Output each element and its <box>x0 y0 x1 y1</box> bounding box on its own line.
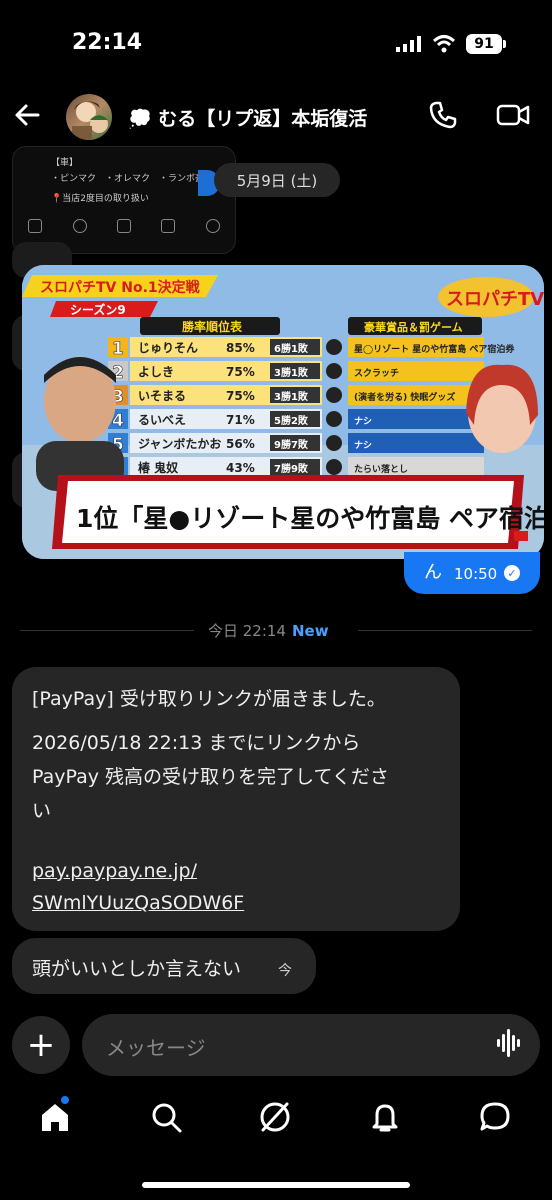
prize-text: ナシ <box>354 416 372 427</box>
explore-icon[interactable] <box>258 1100 292 1134</box>
prize-text: たらい落とし <box>354 463 408 475</box>
wifi-icon <box>432 35 456 53</box>
outgoing-message-text: ん <box>424 562 442 583</box>
player-name: いそまる <box>138 389 186 403</box>
logo-text: スロパチTV <box>446 289 544 310</box>
shared-post-line: 【車】 <box>51 158 79 168</box>
prize-text: スクラッチ <box>354 368 399 379</box>
shared-image[interactable]: スロパチTV No.1決定戦 シーズン9 スロパチTV 勝率順位表 豪華賞品＆罰… <box>22 265 544 559</box>
win-loss-record: 7勝9敗 <box>274 462 309 475</box>
video-call-icon[interactable] <box>496 100 530 130</box>
win-rate: 75% <box>226 365 255 379</box>
season-label: シーズン9 <box>70 302 126 317</box>
arrow-marker <box>326 387 342 403</box>
banner-text: 1位「星●リゾート星のや竹富島 ペア宿泊券」 <box>76 504 544 533</box>
avatar-illustration <box>72 101 108 140</box>
notification-dot <box>61 1096 69 1104</box>
win-rate: 56% <box>226 437 255 451</box>
message-text: PayPay 残高の受け取りを完了してくださ <box>32 766 389 788</box>
win-rate: 71% <box>226 413 255 427</box>
back-arrow-icon[interactable] <box>12 100 42 130</box>
paypay-link[interactable]: pay.paypay.ne.jp/ <box>32 860 197 882</box>
shared-post-card[interactable]: 【車】 ・ピンマク ・オレマク ・ランボ豪華限定 📍当店2度目の取り扱い <box>12 146 236 254</box>
shared-post-line: 📍当店2度目の取り扱い <box>51 194 149 204</box>
arrow-marker <box>326 435 342 451</box>
message-text: 頭がいいとしか言えない <box>32 958 242 980</box>
prize-text: ナシ <box>354 440 372 451</box>
win-loss-record: 6勝1敗 <box>274 342 309 355</box>
chat-title[interactable]: 💭 むる【リプ返】本垢復活 <box>128 104 367 131</box>
table-header-left: 勝率順位表 <box>182 319 243 334</box>
battery-indicator: 91 <box>466 34 502 54</box>
message-timestamp: 10:50 <box>454 565 498 583</box>
win-loss-record: 9勝7敗 <box>274 438 309 451</box>
arrow-marker <box>326 363 342 379</box>
cellular-signal-icon <box>396 36 421 52</box>
home-icon <box>28 219 43 233</box>
divider-line <box>20 630 194 631</box>
chat-icon <box>205 219 220 233</box>
home-icon[interactable] <box>38 1100 72 1134</box>
player-name: よしき <box>138 365 174 379</box>
add-icon <box>116 219 131 233</box>
date-separator: 5月9日 (土) <box>214 163 340 197</box>
phone-call-icon[interactable] <box>428 100 458 130</box>
voice-message-icon[interactable] <box>496 1028 522 1058</box>
win-loss-record: 5勝2敗 <box>274 414 309 427</box>
battery-tip <box>503 40 506 48</box>
message-text: [PayPay] 受け取りリンクが届きました。 <box>32 688 386 710</box>
status-time: 22:14 <box>72 30 143 55</box>
message-placeholder: メッセージ <box>106 1036 206 1060</box>
player-name: 椿 鬼奴 <box>138 460 178 475</box>
show-title: スロパチTV No.1決定戦 <box>40 279 201 296</box>
rank-number: 1 <box>112 339 124 359</box>
messages-icon[interactable] <box>478 1100 512 1134</box>
arrow-marker <box>326 411 342 427</box>
today-time: 今日 22:14 <box>208 622 286 640</box>
reaction-emoji[interactable]: 今 <box>278 960 292 980</box>
table-header-right: 豪華賞品＆罰ゲーム <box>364 320 463 334</box>
message-text: 2026/05/18 22:13 までにリンクから <box>32 732 361 754</box>
win-loss-record: 3勝1敗 <box>274 366 309 379</box>
search-icon[interactable] <box>149 1100 183 1134</box>
prize-text: (演者を労る) 快眠グッズ <box>354 391 455 403</box>
new-badge: New <box>292 622 329 640</box>
arrow-marker <box>326 339 342 355</box>
divider-line <box>358 630 532 631</box>
tv-screenshot: スロパチTV No.1決定戦 シーズン9 スロパチTV 勝率順位表 豪華賞品＆罰… <box>22 265 544 559</box>
heart-icon <box>161 219 176 233</box>
message-text: い <box>32 800 52 822</box>
paypay-link[interactable]: SWmlYUuzQaSODW6F <box>32 892 244 914</box>
shared-post-nav <box>13 219 235 233</box>
home-indicator <box>142 1182 410 1188</box>
avatar[interactable] <box>66 94 112 140</box>
search-icon <box>72 219 87 233</box>
win-rate: 75% <box>226 389 255 403</box>
prize-text: 星◯リゾート 星のや竹富島 ペア宿泊券 <box>354 343 515 355</box>
player-name: ジャンボたかお <box>138 436 221 451</box>
player-name: じゅりそん <box>138 341 198 355</box>
today-separator: 今日 22:14 New <box>208 620 329 641</box>
read-check-icon: ✓ <box>504 565 520 581</box>
win-rate: 43% <box>226 461 255 475</box>
win-loss-record: 3勝1敗 <box>274 390 309 403</box>
win-rate: 85% <box>226 341 255 355</box>
player-name: るいべえ <box>138 413 186 427</box>
notifications-icon[interactable] <box>368 1100 402 1134</box>
add-attachment-button[interactable]: + <box>12 1016 70 1074</box>
arrow-marker <box>326 459 342 475</box>
